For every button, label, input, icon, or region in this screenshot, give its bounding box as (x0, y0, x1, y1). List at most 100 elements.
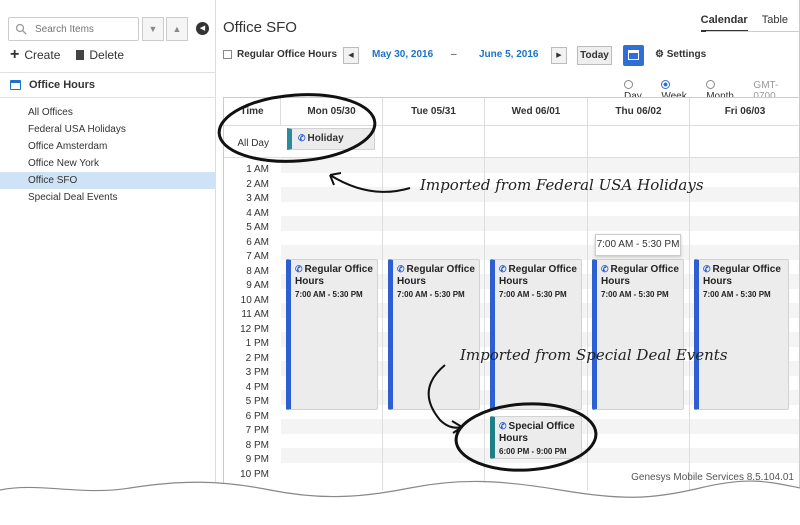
search-input[interactable] (33, 21, 133, 37)
hour-label: 4 PM (245, 381, 269, 393)
hour-label: 5 PM (245, 396, 269, 407)
event-time: 6:00 PM - 9:00 PM (499, 447, 567, 456)
calendar-icon (628, 50, 639, 60)
plus-icon: + (10, 46, 20, 63)
day-header-mon: Mon 05/30 (281, 98, 383, 126)
chevron-down-icon: ▼ (148, 24, 158, 34)
main-panel: Office SFO Calendar Table Regular Office… (216, 0, 799, 490)
hour-label: 9 AM (246, 280, 269, 291)
event-special-wed[interactable]: ✆ Special Office Hours 6:00 PM - 9:00 PM (490, 416, 582, 459)
event-title: Regular Office Hours (703, 264, 781, 287)
next-week-button[interactable]: ▶ (551, 47, 567, 64)
office-list: All Offices Federal USA Holidays Office … (0, 104, 216, 206)
view-tabs: Calendar Table (700, 14, 788, 32)
delete-label: Delete (89, 48, 125, 62)
event-regular-fri[interactable]: ✆ Regular Office Hours 7:00 AM - 5:30 PM (694, 259, 789, 410)
regular-office-hours-checkbox[interactable] (223, 50, 232, 59)
tab-calendar[interactable]: Calendar (700, 14, 748, 32)
calendar-icon (10, 80, 21, 90)
settings-button[interactable]: ⚙ Settings (655, 49, 706, 60)
hour-label: 1 AM (246, 164, 269, 175)
list-item-office-new-york[interactable]: Office New York (0, 155, 216, 172)
hour-label: 2 AM (246, 178, 269, 190)
list-item-office-amsterdam[interactable]: Office Amsterdam (0, 138, 216, 155)
section-title: Office Hours (29, 79, 96, 91)
holiday-label: Holiday (307, 133, 344, 144)
holiday-event[interactable]: ✆ Holiday (287, 128, 375, 150)
create-button[interactable]: + Create (10, 46, 60, 63)
event-title: Regular Office Hours (601, 264, 679, 287)
tab-table[interactable]: Table (762, 14, 788, 32)
search-box[interactable] (8, 17, 139, 41)
event-time: 7:00 AM - 5:30 PM (499, 290, 567, 299)
annotation-federal-text: Imported from Federal USA Holidays (420, 176, 704, 194)
collapse-sidebar-button[interactable]: ◀ (196, 22, 209, 35)
annotation-special-text: Imported from Special Deal Events (460, 346, 728, 364)
event-title: Special Office Hours (499, 421, 575, 444)
hour-label: 3 AM (246, 193, 269, 204)
phone-icon: ✆ (601, 264, 609, 274)
previous-week-button[interactable]: ◀ (343, 47, 359, 64)
torn-edge-decoration (0, 480, 800, 525)
trash-icon (76, 50, 85, 60)
search-previous-button[interactable]: ▲ (166, 17, 188, 41)
hour-label: 7 PM (245, 425, 269, 436)
hour-label: 12 PM (240, 323, 269, 335)
radio-month[interactable] (706, 80, 716, 89)
search-icon (15, 23, 27, 35)
hour-label: 9 PM (245, 454, 269, 465)
tab-divider (706, 31, 799, 32)
settings-label: Settings (666, 49, 707, 60)
list-item-special-deal-events[interactable]: Special Deal Events (0, 189, 216, 206)
phone-icon: ✆ (298, 133, 306, 143)
day-header-wed: Wed 06/01 (485, 98, 588, 126)
start-date[interactable]: May 30, 2016 (372, 49, 433, 60)
event-tooltip: 7:00 AM - 5:30 PM (595, 234, 681, 256)
hour-label: 1 PM (245, 338, 269, 349)
delete-button[interactable]: Delete (76, 48, 124, 62)
date-separator: – (451, 49, 457, 60)
hour-label: 2 PM (245, 352, 269, 364)
gear-icon: ⚙ (655, 49, 664, 60)
search-next-button[interactable]: ▼ (142, 17, 164, 41)
radio-day[interactable] (624, 80, 633, 89)
event-time: 7:00 AM - 5:30 PM (703, 290, 771, 299)
caret-left-icon: ◀ (348, 52, 354, 59)
list-item-office-sfo[interactable]: Office SFO (0, 172, 216, 189)
sidebar: ▼ ▲ ◀ + Create Delete Office Hours All O… (0, 0, 216, 490)
phone-icon: ✆ (295, 264, 303, 274)
list-item-all-offices[interactable]: All Offices (0, 104, 216, 121)
time-column-header: Time (224, 98, 281, 126)
event-title: Regular Office Hours (397, 264, 475, 287)
app-window: ▼ ▲ ◀ + Create Delete Office Hours All O… (0, 0, 800, 490)
day-header-tue: Tue 05/31 (383, 98, 485, 126)
date-picker-button[interactable] (623, 45, 644, 66)
hour-label: 8 PM (245, 439, 269, 451)
week-calendar-grid: Time Mon 05/30 Tue 05/31 Wed 06/01 Thu 0… (223, 97, 799, 490)
event-title: Regular Office Hours (499, 264, 577, 287)
toolbar: Regular Office Hours ◀ May 30, 2016 – Ju… (223, 45, 793, 66)
radio-week[interactable] (661, 80, 671, 89)
hour-label: 6 AM (246, 236, 269, 248)
today-button[interactable]: Today (577, 46, 612, 65)
day-header-fri: Fri 06/03 (690, 98, 799, 126)
phone-icon: ✆ (499, 264, 507, 274)
page-title: Office SFO (223, 19, 297, 36)
list-item-federal-usa-holidays[interactable]: Federal USA Holidays (0, 121, 216, 138)
hour-label: 7 AM (246, 251, 269, 262)
phone-icon: ✆ (703, 264, 711, 274)
event-regular-thu[interactable]: ✆ Regular Office Hours 7:00 AM - 5:30 PM (592, 259, 684, 410)
event-time: 7:00 AM - 5:30 PM (397, 290, 465, 299)
caret-right-icon: ▶ (556, 52, 562, 59)
end-date[interactable]: June 5, 2016 (479, 49, 538, 60)
section-header-office-hours[interactable]: Office Hours (0, 72, 216, 98)
chevron-up-icon: ▲ (172, 24, 182, 34)
all-day-label: All Day (237, 138, 269, 149)
hour-label: 3 PM (245, 367, 269, 378)
event-regular-wed[interactable]: ✆ Regular Office Hours 7:00 AM - 5:30 PM (490, 259, 582, 410)
event-regular-mon[interactable]: ✆ Regular Office Hours 7:00 AM - 5:30 PM (286, 259, 378, 410)
hour-label: 10 AM (240, 294, 269, 306)
hour-label: 4 AM (246, 207, 269, 219)
event-time: 7:00 AM - 5:30 PM (295, 290, 363, 299)
event-regular-tue[interactable]: ✆ Regular Office Hours 7:00 AM - 5:30 PM (388, 259, 480, 410)
